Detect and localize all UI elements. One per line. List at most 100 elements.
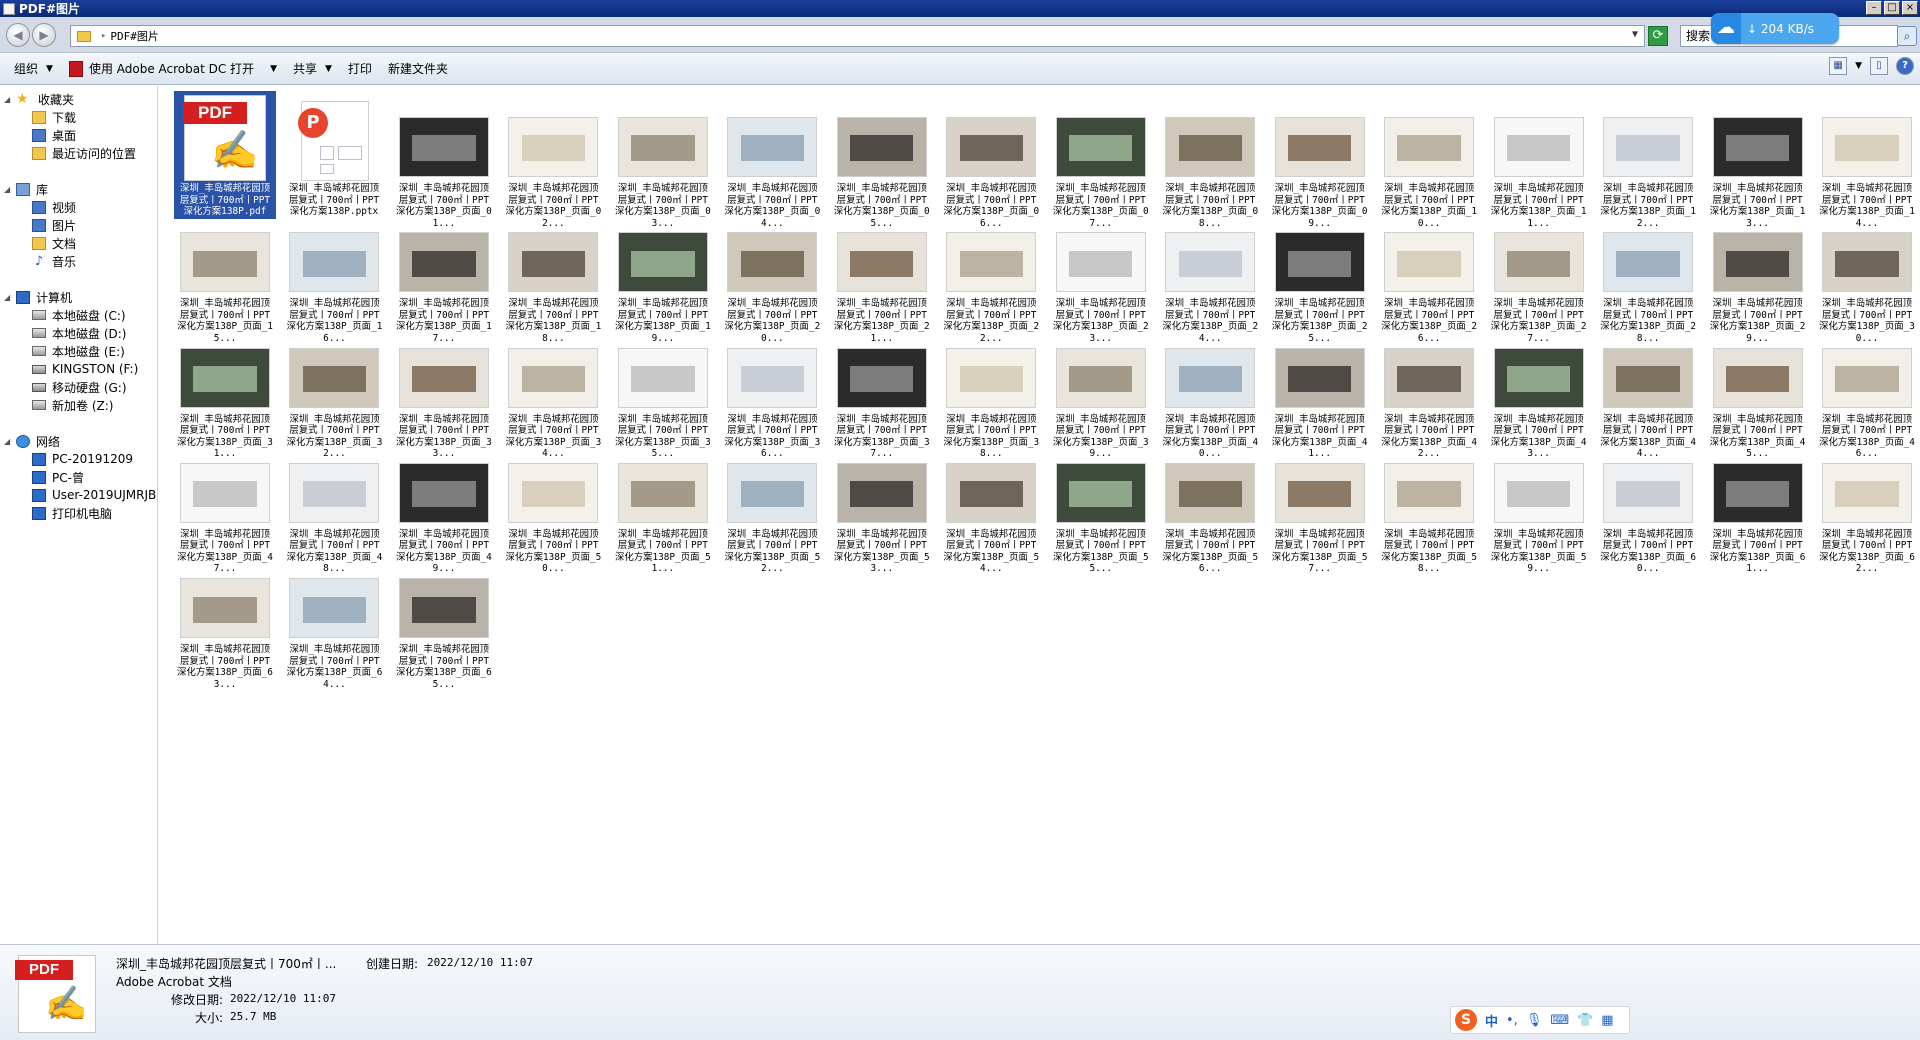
file-item-image[interactable]: 深圳_丰岛城邦花园顶层复式丨700㎡丨PPT深化方案138P_页面_45... [1707, 322, 1809, 459]
sidebar-item-drive-g[interactable]: 移动硬盘 (G:) [0, 378, 157, 396]
sidebar-item-network-pc[interactable]: 打印机电脑 [0, 504, 157, 522]
file-item-image[interactable]: 深圳_丰岛城邦花园顶层复式丨700㎡丨PPT深化方案138P_页面_09... [1269, 91, 1371, 229]
sidebar-item-network-pc[interactable]: User-2019UJMRJB [0, 486, 157, 504]
share-menu[interactable]: 共享 ▼ [285, 57, 340, 81]
file-item-image[interactable]: 深圳_丰岛城邦花园顶层复式丨700㎡丨PPT深化方案138P_页面_40... [1159, 322, 1261, 459]
sidebar-item-network-pc[interactable]: PC-曾 [0, 468, 157, 486]
file-item-image[interactable]: 深圳_丰岛城邦花园顶层复式丨700㎡丨PPT深化方案138P_页面_37... [831, 322, 933, 459]
file-item-image[interactable]: 深圳_丰岛城邦花园顶层复式丨700㎡丨PPT深化方案138P_页面_22... [940, 206, 1042, 344]
chevron-right-icon[interactable]: ▸ [101, 31, 106, 41]
file-item-image[interactable]: 深圳_丰岛城邦花园顶层复式丨700㎡丨PPT深化方案138P_页面_04... [721, 91, 823, 229]
address-path[interactable]: PDF#图片 [110, 28, 159, 44]
chevron-down-icon[interactable]: ▼ [270, 57, 277, 81]
file-item-image[interactable]: 深圳_丰岛城邦花园顶层复式丨700㎡丨PPT深化方案138P_页面_47... [174, 437, 276, 574]
address-bar[interactable]: ▸ PDF#图片 ▼ [70, 25, 1645, 47]
file-item-image[interactable]: 深圳_丰岛城邦花园顶层复式丨700㎡丨PPT深化方案138P_页面_25... [1269, 206, 1371, 344]
file-item-image[interactable]: 深圳_丰岛城邦花园顶层复式丨700㎡丨PPT深化方案138P_页面_10... [1378, 91, 1480, 229]
file-item-image[interactable]: 深圳_丰岛城邦花园顶层复式丨700㎡丨PPT深化方案138P_页面_07... [1050, 91, 1152, 229]
file-item-image[interactable]: 深圳_丰岛城邦花园顶层复式丨700㎡丨PPT深化方案138P_页面_24... [1159, 206, 1261, 344]
file-item-image[interactable]: 深圳_丰岛城邦花园顶层复式丨700㎡丨PPT深化方案138P_页面_28... [1597, 206, 1699, 344]
file-item-image[interactable]: 深圳_丰岛城邦花园顶层复式丨700㎡丨PPT深化方案138P_页面_17... [393, 206, 495, 344]
file-item-image[interactable]: 深圳_丰岛城邦花园顶层复式丨700㎡丨PPT深化方案138P_页面_41... [1269, 322, 1371, 459]
file-item-image[interactable]: 深圳_丰岛城邦花园顶层复式丨700㎡丨PPT深化方案138P_页面_35... [612, 322, 714, 459]
sidebar-item-documents[interactable]: 文档 [0, 234, 157, 252]
network-header[interactable]: ◢ 网络 [0, 432, 157, 450]
file-item-image[interactable]: 深圳_丰岛城邦花园顶层复式丨700㎡丨PPT深化方案138P_页面_52... [721, 437, 823, 574]
file-item-image[interactable]: 深圳_丰岛城邦花园顶层复式丨700㎡丨PPT深化方案138P_页面_43... [1488, 322, 1590, 459]
file-item-image[interactable]: 深圳_丰岛城邦花园顶层复式丨700㎡丨PPT深化方案138P_页面_51... [612, 437, 714, 574]
collapse-icon[interactable]: ◢ [4, 293, 16, 302]
file-item-image[interactable]: 深圳_丰岛城邦花园顶层复式丨700㎡丨PPT深化方案138P_页面_64... [283, 552, 385, 690]
file-item-image[interactable]: 深圳_丰岛城邦花园顶层复式丨700㎡丨PPT深化方案138P_页面_42... [1378, 322, 1480, 459]
file-item-image[interactable]: 深圳_丰岛城邦花园顶层复式丨700㎡丨PPT深化方案138P_页面_27... [1488, 206, 1590, 344]
file-item-image[interactable]: 深圳_丰岛城邦花园顶层复式丨700㎡丨PPT深化方案138P_页面_14... [1816, 91, 1918, 229]
file-item-image[interactable]: 深圳_丰岛城邦花园顶层复式丨700㎡丨PPT深化方案138P_页面_30... [1816, 206, 1918, 344]
computer-header[interactable]: ◢ 计算机 [0, 288, 157, 306]
file-item-image[interactable]: 深圳_丰岛城邦花园顶层复式丨700㎡丨PPT深化方案138P_页面_32... [283, 322, 385, 459]
file-item-image[interactable]: 深圳_丰岛城邦花园顶层复式丨700㎡丨PPT深化方案138P_页面_34... [502, 322, 604, 459]
microphone-icon[interactable]: 🎙 [1526, 1013, 1543, 1028]
file-list[interactable]: PDF ✍ 深圳_丰岛城邦花园顶层复式丨700㎡丨PPT深化方案138P.pdf… [163, 86, 1918, 944]
file-item-image[interactable]: 深圳_丰岛城邦花园顶层复式丨700㎡丨PPT深化方案138P_页面_65... [393, 552, 495, 690]
file-item-image[interactable]: 深圳_丰岛城邦花园顶层复式丨700㎡丨PPT深化方案138P_页面_03... [612, 91, 714, 229]
print-button[interactable]: 打印 [340, 57, 380, 81]
sidebar-item-drive-d[interactable]: 本地磁盘 (D:) [0, 324, 157, 342]
ime-language[interactable]: 中 [1485, 1011, 1498, 1030]
sidebar-item-downloads[interactable]: 下载 [0, 108, 157, 126]
skin-icon[interactable]: 👕 [1577, 1013, 1593, 1028]
file-item-image[interactable]: 深圳_丰岛城邦花园顶层复式丨700㎡丨PPT深化方案138P_页面_49... [393, 437, 495, 574]
sidebar-item-videos[interactable]: 视频 [0, 198, 157, 216]
file-item-image[interactable]: 深圳_丰岛城邦花园顶层复式丨700㎡丨PPT深化方案138P_页面_44... [1597, 322, 1699, 459]
file-item-image[interactable]: 深圳_丰岛城邦花园顶层复式丨700㎡丨PPT深化方案138P_页面_38... [940, 322, 1042, 459]
refresh-button[interactable]: ⟳ [1648, 26, 1668, 46]
file-item-image[interactable]: 深圳_丰岛城邦花园顶层复式丨700㎡丨PPT深化方案138P_页面_46... [1816, 322, 1918, 459]
file-item-image[interactable]: 深圳_丰岛城邦花园顶层复式丨700㎡丨PPT深化方案138P_页面_06... [940, 91, 1042, 229]
file-item-image[interactable]: 深圳_丰岛城邦花园顶层复式丨700㎡丨PPT深化方案138P_页面_11... [1488, 91, 1590, 229]
keyboard-icon[interactable]: ⌨ [1550, 1013, 1569, 1028]
chevron-down-icon[interactable]: ▼ [1632, 29, 1638, 40]
favorites-header[interactable]: ◢ ★ 收藏夹 [0, 90, 157, 108]
file-item-image[interactable]: 深圳_丰岛城邦花园顶层复式丨700㎡丨PPT深化方案138P_页面_19... [612, 206, 714, 344]
new-folder-button[interactable]: 新建文件夹 [380, 57, 456, 81]
file-item-image[interactable]: 深圳_丰岛城邦花园顶层复式丨700㎡丨PPT深化方案138P_页面_59... [1488, 437, 1590, 574]
file-item-image[interactable]: 深圳_丰岛城邦花园顶层复式丨700㎡丨PPT深化方案138P_页面_33... [393, 322, 495, 459]
close-button[interactable]: × [1902, 1, 1918, 15]
file-item-image[interactable]: 深圳_丰岛城邦花园顶层复式丨700㎡丨PPT深化方案138P_页面_20... [721, 206, 823, 344]
back-button[interactable]: ◀ [6, 23, 30, 47]
help-icon[interactable]: ? [1896, 57, 1914, 75]
file-item-image[interactable]: 深圳_丰岛城邦花园顶层复式丨700㎡丨PPT深化方案138P_页面_50... [502, 437, 604, 574]
sidebar-item-recent[interactable]: 最近访问的位置 [0, 144, 157, 162]
file-item-image[interactable]: 深圳_丰岛城邦花园顶层复式丨700㎡丨PPT深化方案138P_页面_08... [1159, 91, 1261, 229]
file-item-image[interactable]: 深圳_丰岛城邦花园顶层复式丨700㎡丨PPT深化方案138P_页面_54... [940, 437, 1042, 574]
file-item-pptx[interactable]: P 深圳_丰岛城邦花园顶层复式丨700㎡丨PPT深化方案138P.pptx [283, 91, 385, 219]
sidebar-item-drive-c[interactable]: 本地磁盘 (C:) [0, 306, 157, 324]
sidebar-item-pictures[interactable]: 图片 [0, 216, 157, 234]
file-item-image[interactable]: 深圳_丰岛城邦花园顶层复式丨700㎡丨PPT深化方案138P_页面_57... [1269, 437, 1371, 574]
file-item-image[interactable]: 深圳_丰岛城邦花园顶层复式丨700㎡丨PPT深化方案138P_页面_53... [831, 437, 933, 574]
sidebar-item-music[interactable]: ♪ 音乐 [0, 252, 157, 270]
preview-pane-icon[interactable]: ▯ [1870, 57, 1888, 75]
file-item-image[interactable]: 深圳_丰岛城邦花园顶层复式丨700㎡丨PPT深化方案138P_页面_15... [174, 206, 276, 344]
collapse-icon[interactable]: ◢ [4, 437, 16, 446]
sidebar-item-drive-z[interactable]: 新加卷 (Z:) [0, 396, 157, 414]
chevron-down-icon[interactable]: ▼ [1855, 61, 1862, 71]
file-item-image[interactable]: 深圳_丰岛城邦花园顶层复式丨700㎡丨PPT深化方案138P_页面_02... [502, 91, 604, 229]
file-item-image[interactable]: 深圳_丰岛城邦花园顶层复式丨700㎡丨PPT深化方案138P_页面_60... [1597, 437, 1699, 574]
toolbox-icon[interactable]: ▦ [1601, 1013, 1613, 1028]
file-item-image[interactable]: 深圳_丰岛城邦花园顶层复式丨700㎡丨PPT深化方案138P_页面_16... [283, 206, 385, 344]
file-item-image[interactable]: 深圳_丰岛城邦花园顶层复式丨700㎡丨PPT深化方案138P_页面_36... [721, 322, 823, 459]
file-item-image[interactable]: 深圳_丰岛城邦花园顶层复式丨700㎡丨PPT深化方案138P_页面_05... [831, 91, 933, 229]
search-icon[interactable]: ⌕ [1897, 26, 1917, 46]
file-item-image[interactable]: 深圳_丰岛城邦花园顶层复式丨700㎡丨PPT深化方案138P_页面_56... [1159, 437, 1261, 574]
download-speed-badge[interactable]: ☁ ↓ 204 KB/s [1711, 13, 1839, 44]
collapse-icon[interactable]: ◢ [4, 95, 16, 104]
sidebar-item-drive-f[interactable]: KINGSTON (F:) [0, 360, 157, 378]
sidebar-item-desktop[interactable]: 桌面 [0, 126, 157, 144]
sidebar-item-drive-e[interactable]: 本地磁盘 (E:) [0, 342, 157, 360]
organize-menu[interactable]: 组织 ▼ [6, 57, 61, 81]
file-item-image[interactable]: 深圳_丰岛城邦花园顶层复式丨700㎡丨PPT深化方案138P_页面_58... [1378, 437, 1480, 574]
sogou-logo-icon[interactable]: S [1455, 1009, 1477, 1031]
file-item-image[interactable]: 深圳_丰岛城邦花园顶层复式丨700㎡丨PPT深化方案138P_页面_48... [283, 437, 385, 574]
forward-button[interactable]: ▶ [32, 23, 56, 47]
file-item-image[interactable]: 深圳_丰岛城邦花园顶层复式丨700㎡丨PPT深化方案138P_页面_13... [1707, 91, 1809, 229]
